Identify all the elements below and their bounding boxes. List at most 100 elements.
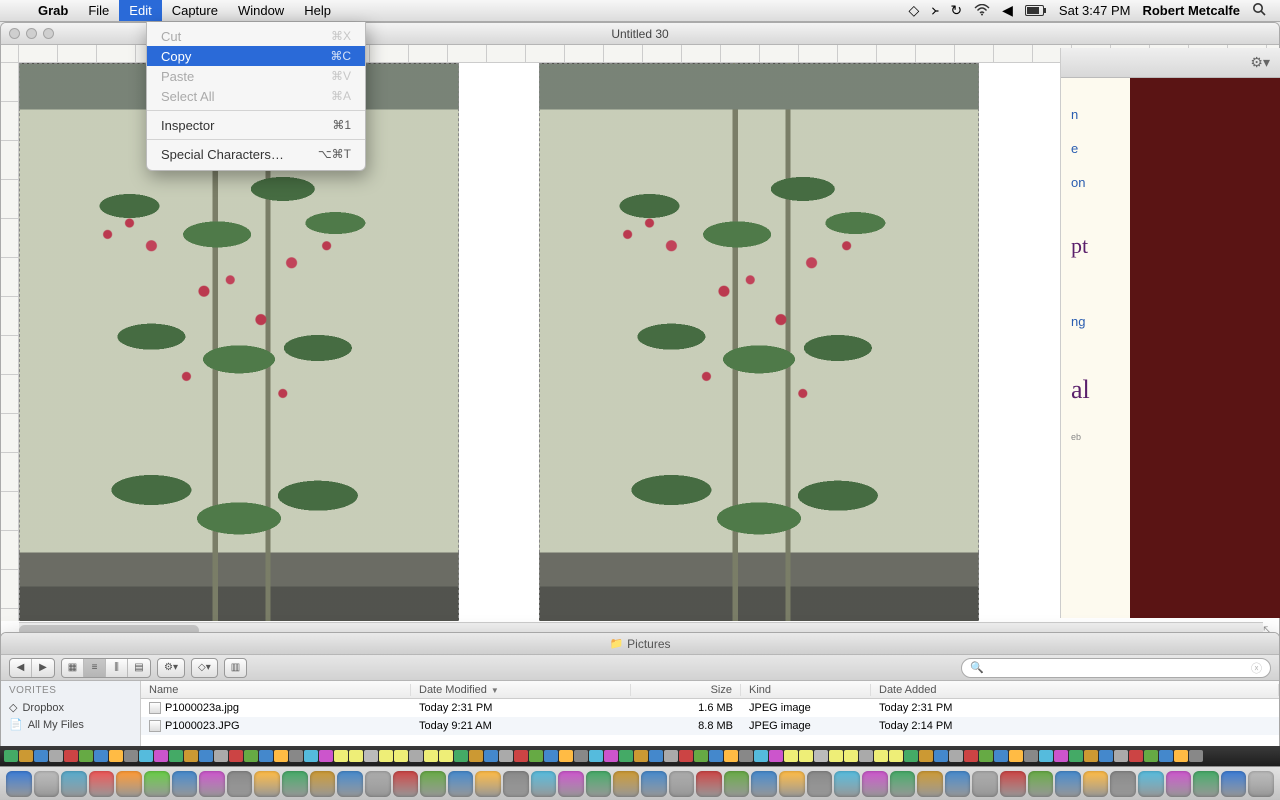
minimized-window-thumbnail[interactable] <box>1069 750 1083 762</box>
dock-app-icon[interactable] <box>310 771 336 797</box>
minimized-window-thumbnail[interactable] <box>214 750 228 762</box>
dock-app-icon[interactable] <box>365 771 391 797</box>
minimized-window-thumbnail[interactable] <box>94 750 108 762</box>
minimized-window-thumbnail[interactable] <box>529 750 543 762</box>
gear-icon[interactable]: ⚙▾ <box>1250 54 1270 71</box>
minimized-window-thumbnail[interactable] <box>319 750 333 762</box>
file-row[interactable]: P1000023a.jpg Today 2:31 PM 1.6 MB JPEG … <box>141 699 1279 717</box>
minimized-window-thumbnail[interactable] <box>124 750 138 762</box>
minimized-window-thumbnail[interactable] <box>1159 750 1173 762</box>
menu-edit[interactable]: Edit <box>119 0 161 21</box>
minimized-window-thumbnail[interactable] <box>904 750 918 762</box>
menu-item-special-characters[interactable]: Special Characters…⌥⌘T <box>147 144 365 164</box>
minimized-window-thumbnail[interactable] <box>889 750 903 762</box>
app-menu[interactable]: Grab <box>28 0 78 21</box>
list-view-icon[interactable]: ≡ <box>84 659 106 677</box>
dock-app-icon[interactable] <box>807 771 833 797</box>
minimized-window-thumbnail[interactable] <box>784 750 798 762</box>
minimized-window-thumbnail[interactable] <box>754 750 768 762</box>
dock-app-icon[interactable] <box>144 771 170 797</box>
minimized-window-thumbnail[interactable] <box>1099 750 1113 762</box>
minimized-window-thumbnail[interactable] <box>799 750 813 762</box>
minimized-window-thumbnail[interactable] <box>1114 750 1128 762</box>
sidebar-item-all-my-files[interactable]: 📄 All My Files <box>9 716 132 733</box>
minimized-window-thumbnail[interactable] <box>829 750 843 762</box>
arrange-button[interactable]: ▥ <box>224 658 247 678</box>
column-name[interactable]: Name <box>141 684 411 696</box>
dock-app-icon[interactable] <box>862 771 888 797</box>
dock-app-icon[interactable] <box>199 771 225 797</box>
column-date-modified[interactable]: Date Modified▼ <box>411 684 631 696</box>
dock-app-icon[interactable] <box>724 771 750 797</box>
dock-app-icon[interactable] <box>1000 771 1026 797</box>
dock-app-icon[interactable] <box>1083 771 1109 797</box>
minimized-window-thumbnail[interactable] <box>679 750 693 762</box>
minimized-window-thumbnail[interactable] <box>1189 750 1203 762</box>
minimized-window-thumbnail[interactable] <box>979 750 993 762</box>
dock-app-icon[interactable] <box>116 771 142 797</box>
list-header[interactable]: Name Date Modified▼ Size Kind Date Added <box>141 681 1279 699</box>
volume-icon[interactable]: ◀ <box>1002 2 1013 19</box>
battery-icon[interactable] <box>1025 3 1047 19</box>
minimized-window-thumbnail[interactable] <box>424 750 438 762</box>
minimized-window-thumbnail[interactable] <box>499 750 513 762</box>
dock-app-icon[interactable] <box>1110 771 1136 797</box>
dropbox-menubar-icon[interactable]: ◇ <box>909 2 920 19</box>
dock-app-icon[interactable] <box>1055 771 1081 797</box>
action-menu-button[interactable]: ⚙▾ <box>157 658 185 678</box>
minimize-window-button[interactable] <box>26 28 37 39</box>
minimized-window-thumbnail[interactable] <box>184 750 198 762</box>
minimized-window-thumbnail[interactable] <box>694 750 708 762</box>
minimized-window-thumbnail[interactable] <box>739 750 753 762</box>
minimized-window-thumbnail[interactable] <box>334 750 348 762</box>
dock-app-icon[interactable] <box>393 771 419 797</box>
minimized-window-thumbnail[interactable] <box>1129 750 1143 762</box>
dock-app-icon[interactable] <box>669 771 695 797</box>
dock-app-icon[interactable] <box>6 771 32 797</box>
minimized-window-thumbnail[interactable] <box>919 750 933 762</box>
minimized-window-thumbnail[interactable] <box>544 750 558 762</box>
minimized-window-thumbnail[interactable] <box>169 750 183 762</box>
clear-icon[interactable]: ⓧ <box>1251 660 1262 676</box>
minimized-window-thumbnail[interactable] <box>19 750 33 762</box>
minimized-window-thumbnail[interactable] <box>229 750 243 762</box>
column-kind[interactable]: Kind <box>741 684 871 696</box>
minimized-window-thumbnail[interactable] <box>964 750 978 762</box>
minimized-window-thumbnail[interactable] <box>559 750 573 762</box>
menu-capture[interactable]: Capture <box>162 0 228 21</box>
dock-app-icon[interactable] <box>1221 771 1247 797</box>
back-icon[interactable]: ◀ <box>10 659 32 677</box>
dock-app-icon[interactable] <box>558 771 584 797</box>
minimized-window-thumbnail[interactable] <box>49 750 63 762</box>
dock-app-icon[interactable] <box>89 771 115 797</box>
dropbox-toolbar-button[interactable]: ◇▾ <box>191 658 218 678</box>
file-row[interactable]: P1000023.JPG Today 9:21 AM 8.8 MB JPEG i… <box>141 717 1279 735</box>
minimized-window-thumbnail[interactable] <box>589 750 603 762</box>
forward-icon[interactable]: ▶ <box>32 659 54 677</box>
minimized-window-thumbnail[interactable] <box>244 750 258 762</box>
finder-search[interactable]: 🔍 ⓧ <box>961 658 1271 678</box>
dock-app-icon[interactable] <box>61 771 87 797</box>
menu-item-copy[interactable]: Copy⌘C <box>147 46 365 66</box>
minimized-window-thumbnail[interactable] <box>604 750 618 762</box>
view-mode-segmented[interactable]: ▦ ≡ ⫼ ▤ <box>61 658 151 678</box>
minimized-window-thumbnail[interactable] <box>139 750 153 762</box>
minimized-window-thumbnail[interactable] <box>1084 750 1098 762</box>
column-view-icon[interactable]: ⫼ <box>106 659 128 677</box>
minimized-window-thumbnail[interactable] <box>1144 750 1158 762</box>
minimized-window-thumbnail[interactable] <box>574 750 588 762</box>
dock-app-icon[interactable] <box>34 771 60 797</box>
minimized-window-thumbnail[interactable] <box>304 750 318 762</box>
column-size[interactable]: Size <box>631 684 741 696</box>
minimized-window-thumbnail[interactable] <box>109 750 123 762</box>
dock-app-icon[interactable] <box>917 771 943 797</box>
minimized-window-thumbnail[interactable] <box>1054 750 1068 762</box>
minimized-window-thumbnail[interactable] <box>1039 750 1053 762</box>
dock-app-icon[interactable] <box>613 771 639 797</box>
minimized-window-thumbnail[interactable] <box>1024 750 1038 762</box>
nav-back-forward[interactable]: ◀▶ <box>9 658 55 678</box>
minimized-window-thumbnail[interactable] <box>814 750 828 762</box>
minimized-window-thumbnail[interactable] <box>634 750 648 762</box>
minimized-window-thumbnail[interactable] <box>949 750 963 762</box>
minimized-window-thumbnail[interactable] <box>469 750 483 762</box>
